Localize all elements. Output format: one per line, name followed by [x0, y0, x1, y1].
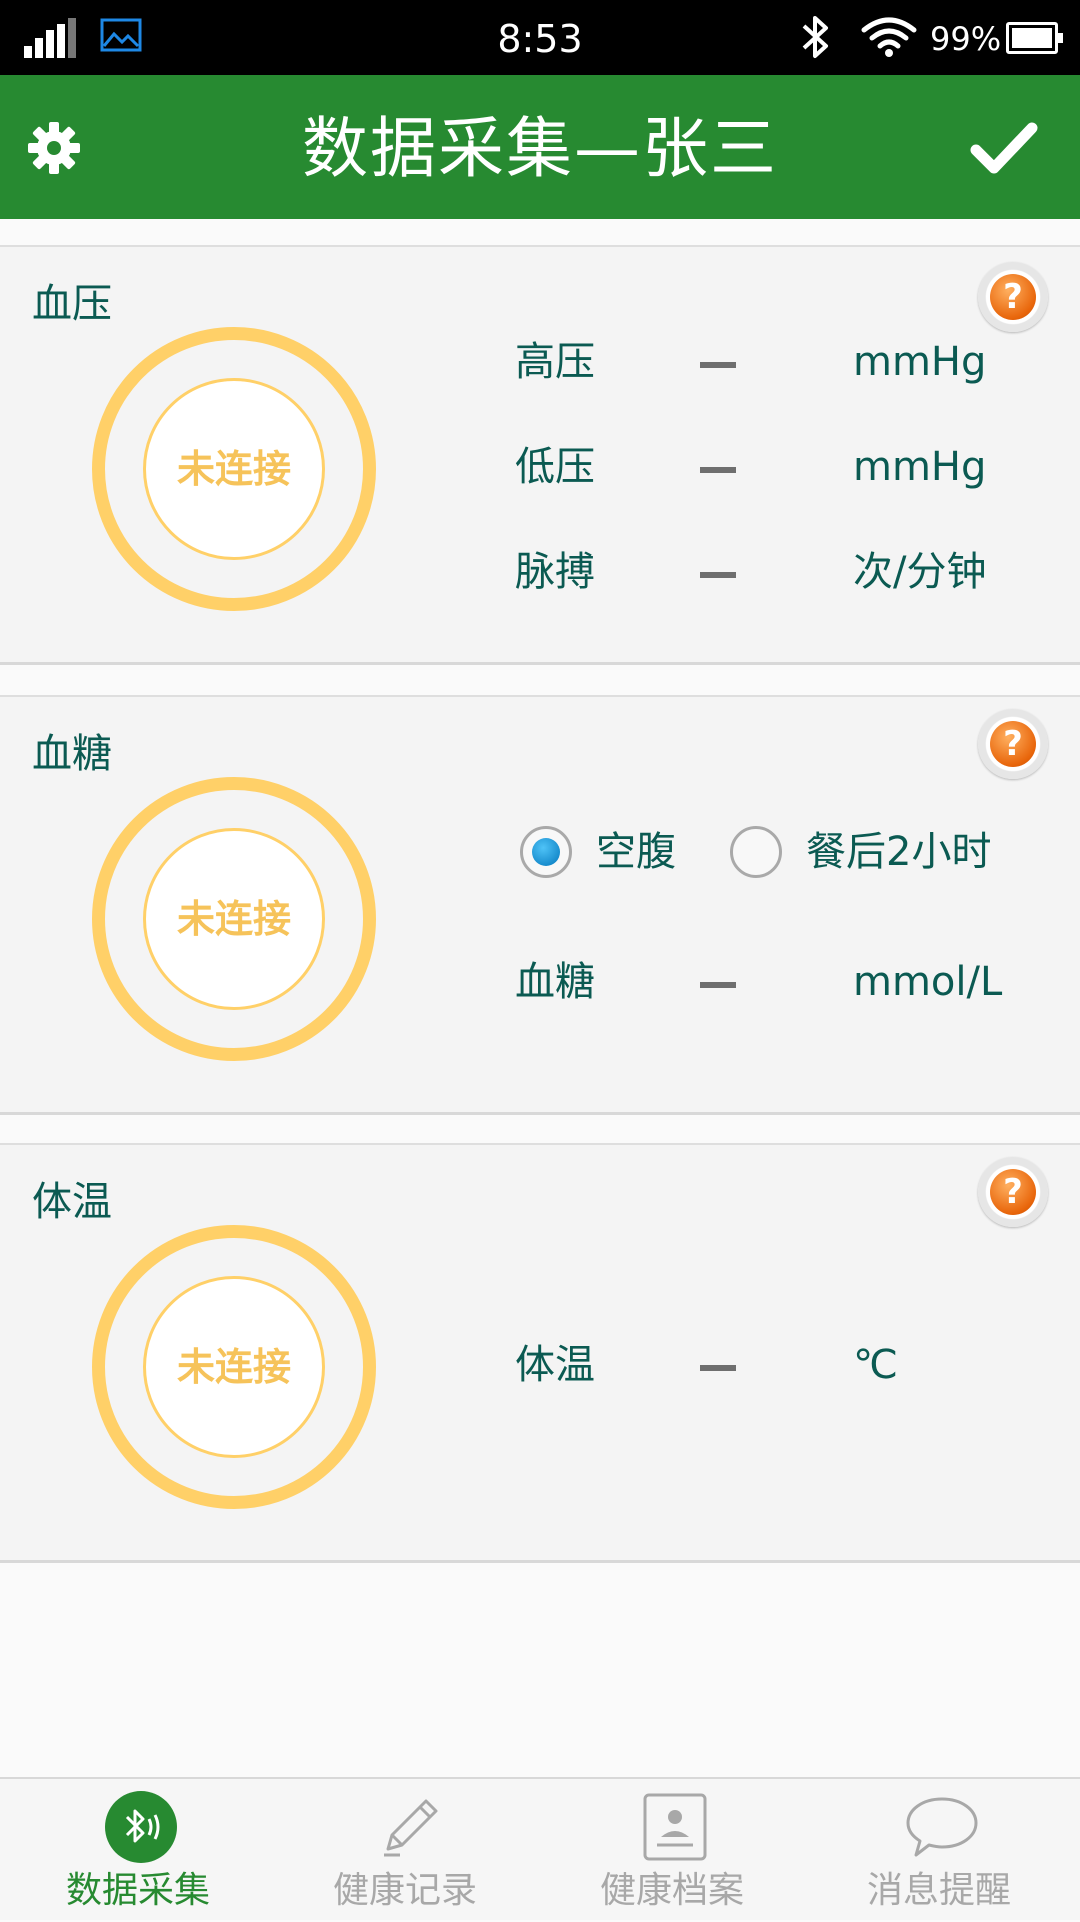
reading-unit: mmHg	[853, 339, 987, 385]
card-heading: 血糖	[32, 731, 112, 777]
radio-fasting-label[interactable]: 空腹	[596, 817, 676, 887]
nav-health-profile[interactable]: 健康档案	[537, 1779, 807, 1922]
reading-unit: ℃	[853, 1342, 898, 1388]
app-bar: 数据采集—张三	[0, 75, 1080, 219]
radio-after-meal-label[interactable]: 餐后2小时	[806, 817, 991, 887]
clock: 8:53	[497, 17, 583, 61]
reading-label: 体温	[515, 1342, 595, 1388]
reading-label: 血糖	[515, 959, 595, 1005]
status-bar: 8:53 99%	[0, 0, 1080, 75]
reading-unit: mmol/L	[853, 959, 1003, 1005]
question-icon: ?	[990, 721, 1036, 767]
meal-timing-radio-group: 空腹 餐后2小时	[0, 817, 1080, 887]
help-button[interactable]: ?	[978, 1157, 1048, 1227]
reading-row-systolic: 高压 mmHg	[0, 332, 1080, 392]
question-icon: ?	[990, 1169, 1036, 1215]
wifi-icon	[861, 17, 917, 57]
reading-unit: mmHg	[853, 444, 987, 490]
battery-percent: 99%	[930, 20, 1002, 58]
reading-row-pulse: 脉搏 次/分钟	[0, 542, 1080, 602]
bottom-navigation: 数据采集 健康记录 健康档案 消息提醒	[0, 1777, 1080, 1920]
card-heading: 体温	[32, 1179, 112, 1225]
reading-value-placeholder	[700, 362, 736, 368]
battery-icon	[1006, 22, 1063, 54]
reading-value-placeholder	[700, 1365, 736, 1371]
help-button[interactable]: ?	[978, 709, 1048, 779]
page-title: 数据采集—张三	[302, 110, 778, 187]
reading-unit: 次/分钟	[853, 549, 987, 595]
pencil-icon	[384, 1799, 438, 1857]
reading-row-glucose: 血糖 mmol/L	[0, 952, 1080, 1012]
check-icon[interactable]	[970, 120, 1038, 176]
blood-pressure-card: 血压 ? 未连接 高压 mmHg 低压 mmHg 脉搏 次/分钟	[0, 245, 1080, 665]
reading-value-placeholder	[700, 982, 736, 988]
reading-row-temperature: 体温 ℃	[0, 1335, 1080, 1395]
card-heading: 血压	[32, 281, 112, 327]
nav-label: 消息提醒	[866, 1870, 1011, 1911]
help-button[interactable]: ?	[978, 262, 1048, 332]
reading-value-placeholder	[700, 572, 736, 578]
nav-health-records[interactable]: 健康记录	[270, 1779, 540, 1922]
nav-data-collection[interactable]: 数据采集	[3, 1779, 273, 1922]
temperature-card: 体温 ? 未连接 体温 ℃	[0, 1143, 1080, 1563]
nav-messages[interactable]: 消息提醒	[804, 1779, 1074, 1922]
reading-value-placeholder	[700, 467, 736, 473]
bluetooth-icon	[802, 16, 828, 58]
reading-label: 脉搏	[515, 549, 595, 595]
chat-bubble-icon	[906, 1797, 978, 1857]
profile-card-icon	[643, 1793, 707, 1861]
question-icon: ?	[990, 274, 1036, 320]
bluetooth-sensor-icon	[105, 1791, 177, 1863]
radio-after-meal[interactable]	[730, 826, 782, 878]
reading-label: 高压	[515, 339, 595, 385]
nav-label: 健康记录	[332, 1870, 477, 1911]
radio-fasting[interactable]	[520, 826, 572, 878]
blood-sugar-card: 血糖 ? 未连接 空腹 餐后2小时 血糖 mmol/L	[0, 695, 1080, 1115]
nav-label: 数据采集	[65, 1870, 210, 1911]
nav-label: 健康档案	[599, 1870, 744, 1911]
reading-label: 低压	[515, 444, 595, 490]
reading-row-diastolic: 低压 mmHg	[0, 437, 1080, 497]
